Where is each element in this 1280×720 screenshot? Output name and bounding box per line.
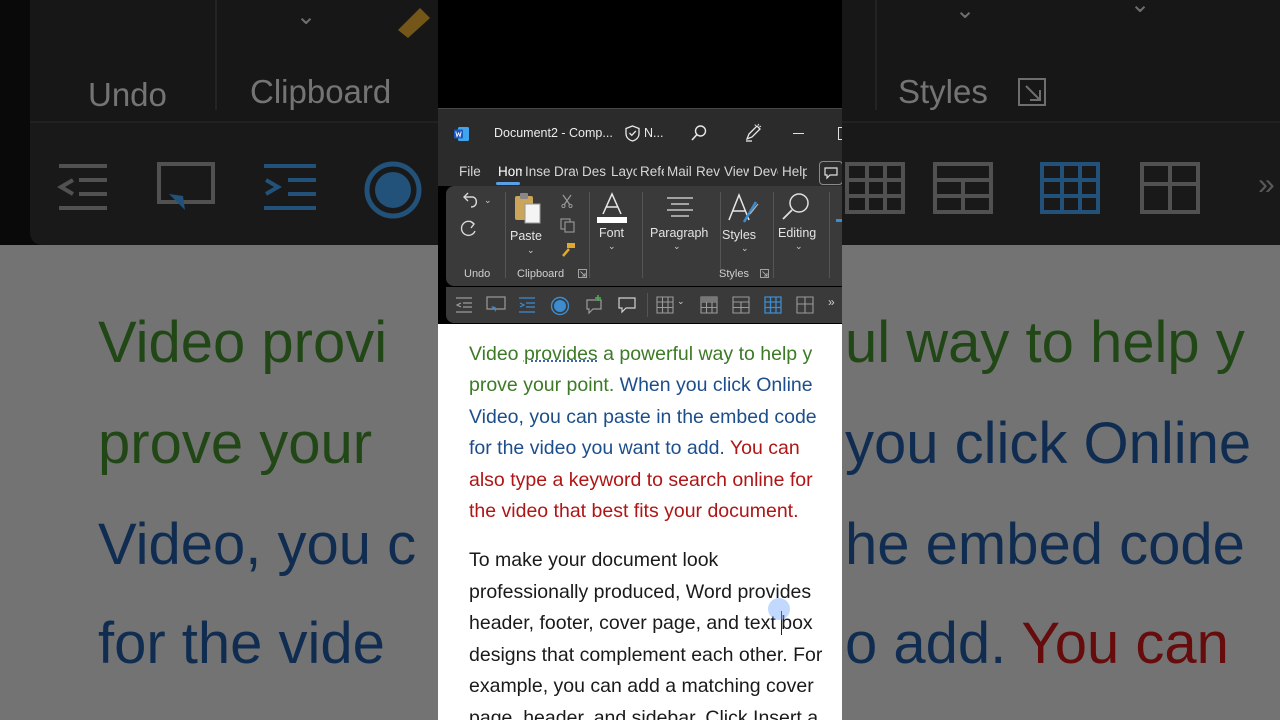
tab-draw[interactable]: Draw (554, 164, 578, 179)
document-page[interactable]: Video provides a powerful way to help y … (438, 324, 842, 720)
paragraph-icon[interactable] (666, 196, 694, 218)
doc-line: professionally produced, Word provides (469, 581, 812, 603)
word-window: Document2 - Comp... N... File Hom Inse D… (438, 0, 842, 720)
doc-line: also type a keyword to search online for (469, 469, 813, 491)
tab-insert[interactable]: Inse (525, 164, 550, 179)
doc-line: page, header, and sidebar. Click Insert … (469, 707, 819, 720)
overflow-edge (836, 219, 842, 222)
tab-layout[interactable]: Layo (611, 164, 637, 179)
decrease-indent-icon[interactable] (455, 296, 473, 314)
paste-icon[interactable] (513, 192, 543, 226)
group-separator (773, 192, 774, 278)
tab-references[interactable]: Refe (640, 164, 664, 179)
group-separator (505, 192, 506, 278)
group-label-undo: Undo (464, 268, 491, 280)
doc-line: designs that complement each other. For (469, 644, 823, 666)
table-grid-icon[interactable] (700, 296, 718, 314)
document-title[interactable]: Document2 - Comp... (494, 126, 613, 140)
styles-icon[interactable] (726, 192, 760, 226)
quick-toolbar: ⌄ » (446, 287, 842, 323)
comments-button[interactable] (819, 161, 842, 185)
redo-icon[interactable] (459, 218, 479, 238)
tab-help[interactable]: Help (782, 164, 807, 179)
group-separator (829, 192, 830, 278)
sensitivity-label[interactable]: N... (644, 126, 663, 140)
paragraph-button[interactable]: Paragraph (650, 226, 708, 240)
table-layout-icon[interactable] (732, 296, 750, 314)
doc-line: the video that best fits your document. (469, 500, 799, 522)
group-label-clipboard: Clipboard (517, 268, 565, 280)
proofing-underline-word: provides (523, 343, 598, 365)
table-style-icon[interactable] (764, 296, 782, 314)
table-icon[interactable] (656, 296, 674, 314)
tab-review[interactable]: Revi (696, 164, 720, 179)
active-tab-indicator (496, 182, 520, 185)
ribbon-tabs: File Hom Inse Draw Desi Layo Refe Mail R… (438, 158, 842, 186)
group-separator (642, 192, 643, 278)
minimize-icon[interactable] (793, 133, 804, 134)
paste-dropdown-icon[interactable]: ⌄ (527, 245, 535, 256)
copilot-pen-icon[interactable] (743, 123, 763, 143)
doc-line: To make your document look (469, 549, 719, 571)
tab-developer[interactable]: Deve (753, 164, 778, 179)
styles-dialog-launcher-icon[interactable] (760, 269, 769, 278)
doc-line: Video, you can paste in the embed code (469, 406, 817, 428)
more-commands-icon[interactable]: » (828, 295, 835, 309)
cut-icon[interactable] (560, 194, 574, 208)
editing-dropdown-icon[interactable]: ⌄ (795, 241, 803, 252)
paragraph-dropdown-icon[interactable]: ⌄ (673, 241, 681, 252)
doc-line: header, footer, cover page, and text box (469, 612, 813, 634)
styles-dropdown-icon[interactable]: ⌄ (741, 243, 749, 254)
group-separator (589, 192, 590, 278)
tab-design[interactable]: Desi (582, 164, 606, 179)
doc-line: prove your point. When you click Online (469, 374, 813, 396)
font-icon[interactable] (596, 192, 628, 224)
tab-home[interactable]: Hom (498, 164, 522, 179)
table-split-icon[interactable] (796, 296, 814, 314)
tab-file[interactable]: File (459, 164, 481, 179)
group-label-styles: Styles (719, 268, 749, 280)
table-dropdown-icon[interactable]: ⌄ (677, 296, 685, 307)
tab-mailings[interactable]: Mail (667, 164, 692, 179)
styles-button[interactable]: Styles (722, 228, 756, 242)
doc-line: example, you can add a matching cover (469, 675, 814, 697)
new-comment-icon[interactable] (584, 295, 604, 315)
word-app-icon[interactable] (454, 126, 470, 142)
title-bar: Document2 - Comp... N... (438, 108, 842, 159)
tab-view[interactable]: View (724, 164, 749, 179)
doc-line: Video provides a powerful way to help y (469, 343, 813, 365)
comment-icon (824, 167, 838, 180)
toolbar-separator (647, 293, 648, 317)
sensitivity-shield-icon[interactable] (625, 125, 640, 142)
undo-dropdown-icon[interactable]: ⌄ (484, 195, 492, 206)
copy-icon[interactable] (560, 218, 575, 233)
increase-indent-icon[interactable] (518, 296, 536, 314)
search-icon[interactable] (690, 124, 708, 142)
font-button[interactable]: Font (599, 226, 624, 240)
ribbon-home: ⌄ Undo Paste ⌄ Clipboard Font ⌄ Paragrap… (446, 186, 842, 286)
editing-button[interactable]: Editing (778, 226, 816, 240)
maximize-icon[interactable] (838, 127, 842, 140)
clipboard-dialog-launcher-icon[interactable] (578, 269, 587, 278)
mouse-ibeam-cursor-icon (768, 598, 790, 620)
format-painter-icon[interactable] (560, 242, 576, 258)
undo-icon[interactable] (460, 192, 480, 210)
group-separator (720, 192, 721, 278)
font-dropdown-icon[interactable]: ⌄ (608, 241, 616, 252)
editing-search-icon[interactable] (780, 191, 812, 221)
shapes-icon[interactable] (550, 296, 570, 316)
comment-icon[interactable] (617, 296, 637, 314)
doc-line: for the video you want to add. You can (469, 437, 800, 459)
paste-button[interactable]: Paste (510, 229, 542, 243)
layout-options-icon[interactable] (486, 296, 506, 314)
